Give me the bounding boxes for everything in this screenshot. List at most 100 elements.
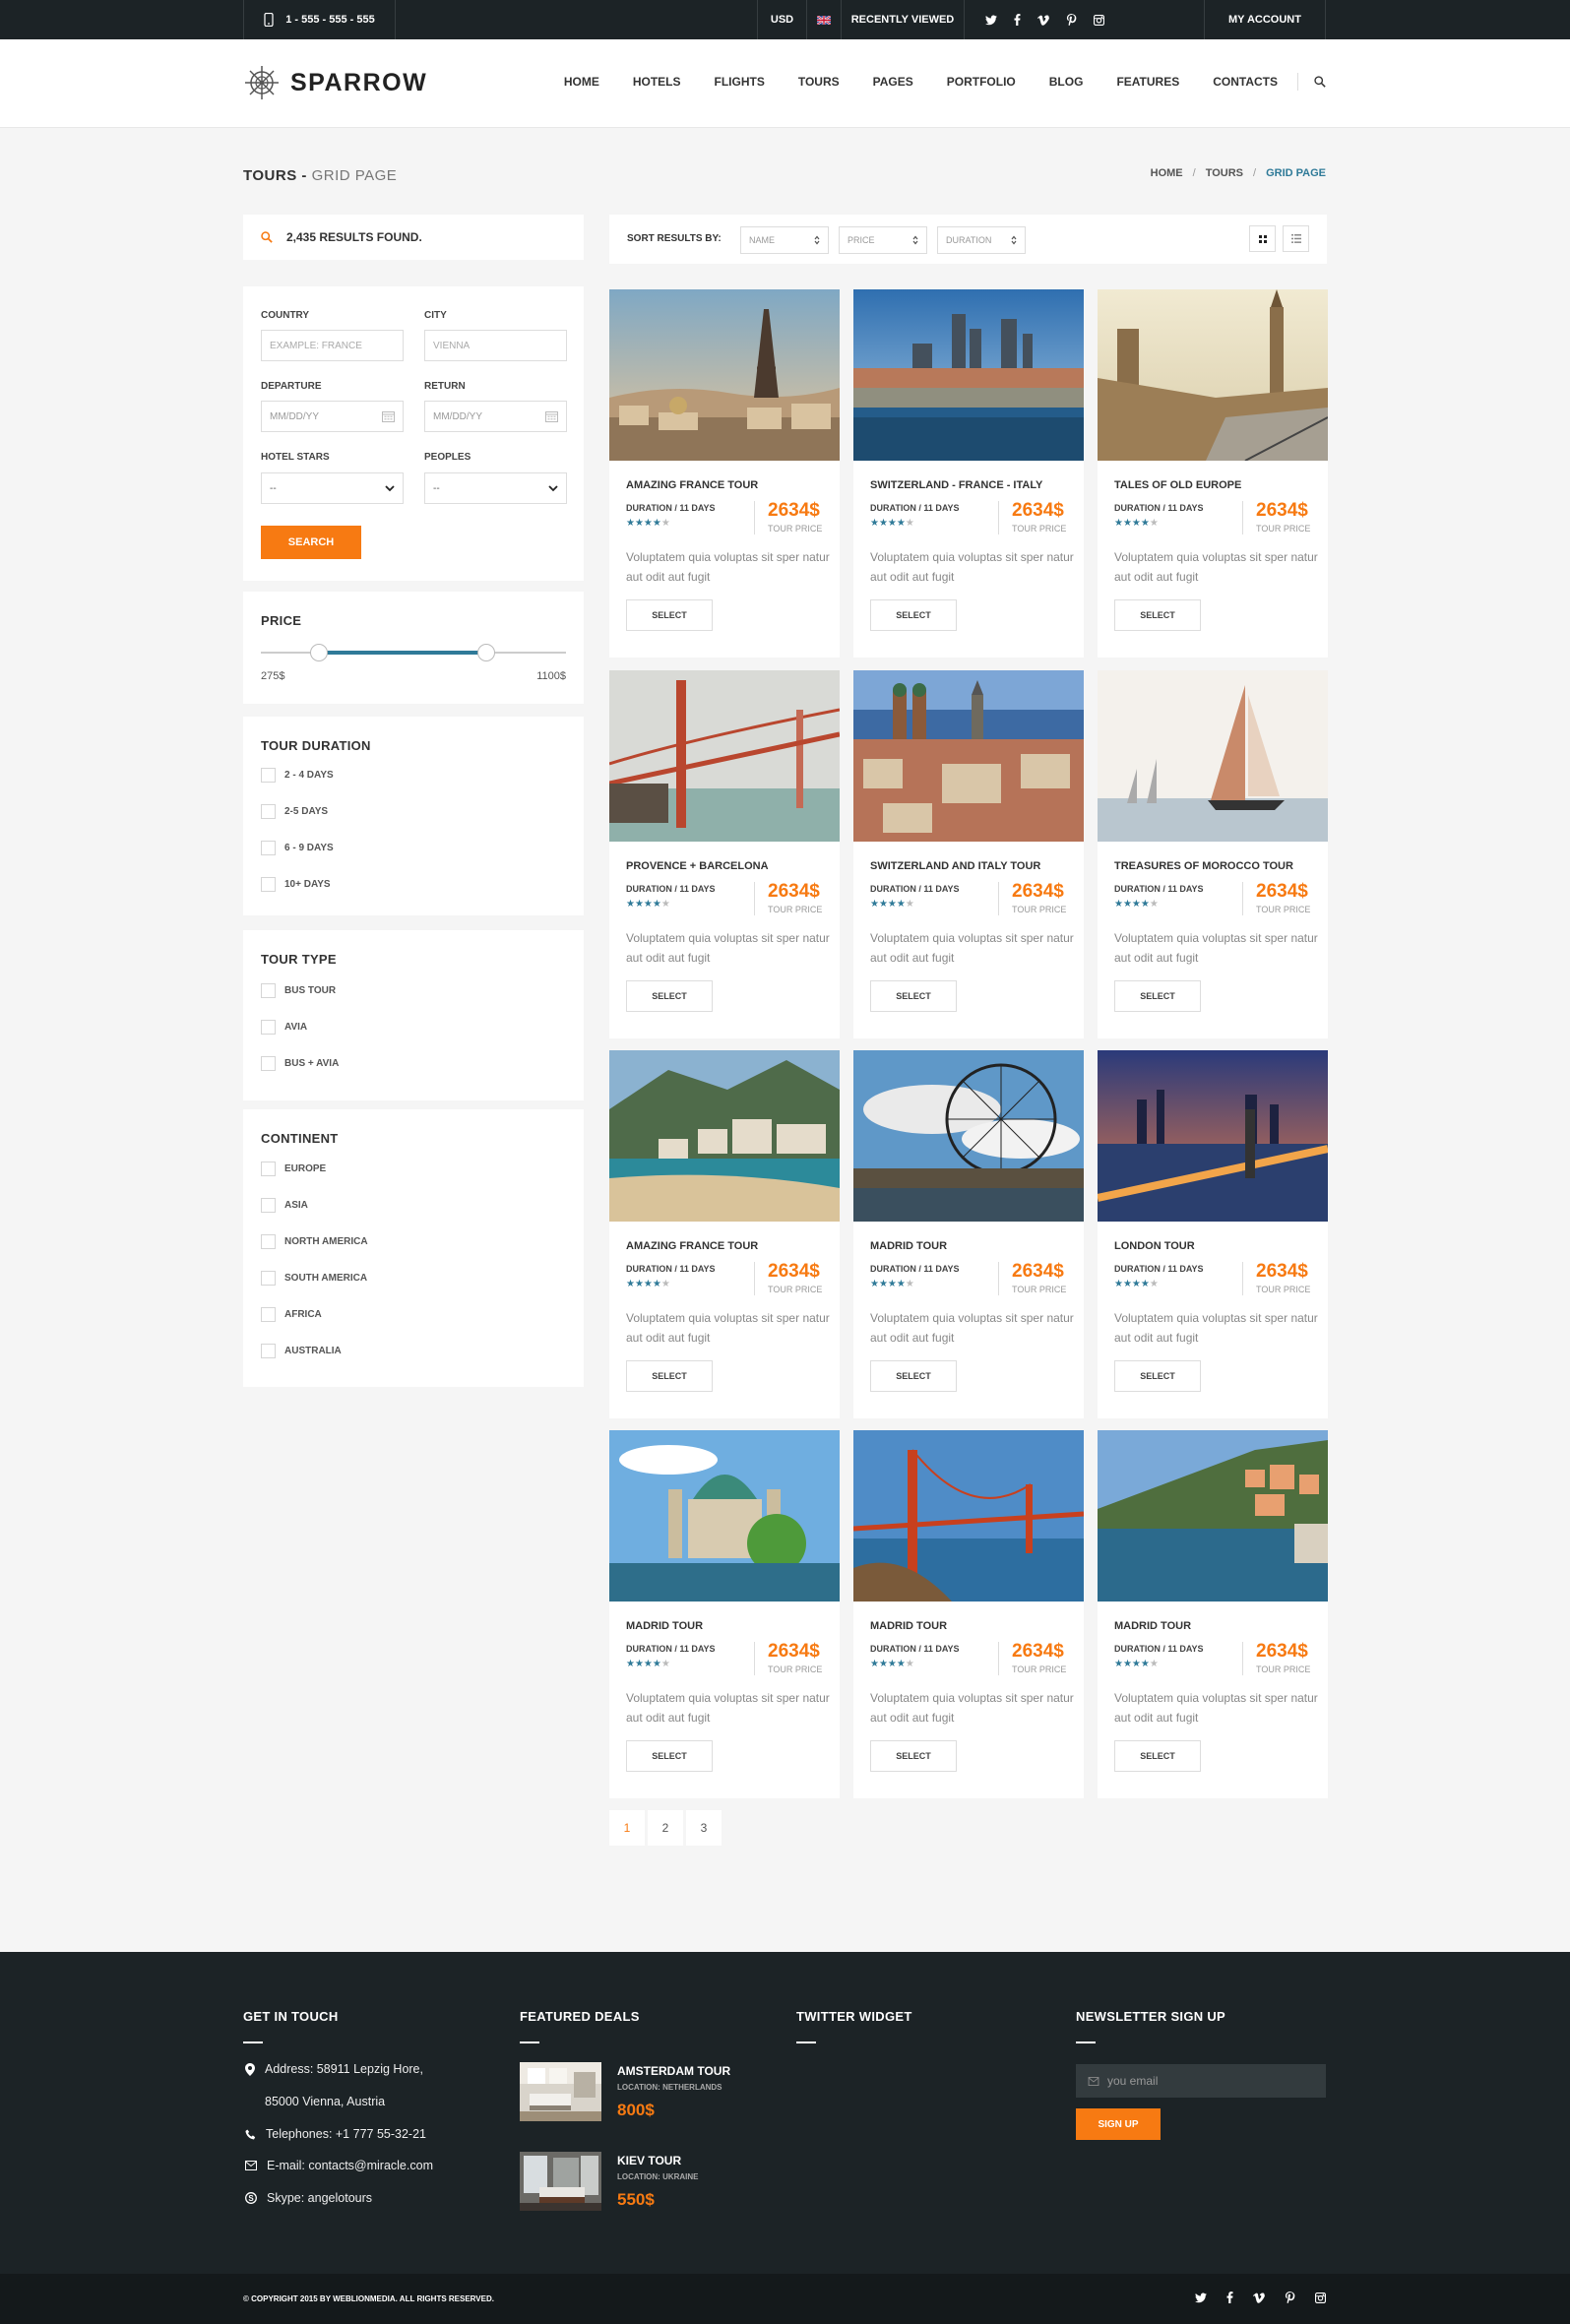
footer-telephone-text[interactable]: Telephones: +1 777 55-32-21 xyxy=(266,2127,426,2141)
checkbox[interactable] xyxy=(261,1162,276,1176)
sort-by-name-select[interactable]: NAME xyxy=(740,226,829,254)
tour-image[interactable] xyxy=(609,1430,840,1602)
tour-title[interactable]: TALES OF OLD EUROPE xyxy=(1114,479,1241,491)
price-slider-max-handle[interactable] xyxy=(477,644,496,661)
sort-by-duration-select[interactable]: DURATION xyxy=(937,226,1026,254)
return-date-input[interactable]: MM/DD/YY xyxy=(424,401,567,432)
newsletter-email-input[interactable]: you email xyxy=(1076,2064,1326,2098)
checkbox[interactable] xyxy=(261,983,276,998)
checkbox[interactable] xyxy=(261,1020,276,1035)
tour-title[interactable]: SWITZERLAND - FRANCE - ITALY xyxy=(870,479,1042,491)
footer-skype-text[interactable]: Skype: angelotours xyxy=(267,2191,372,2205)
tour-title[interactable]: TREASURES OF MOROCCO TOUR xyxy=(1114,860,1293,872)
deal-image[interactable] xyxy=(520,2062,601,2121)
tour-title[interactable]: AMAZING FRANCE TOUR xyxy=(626,479,758,491)
tour-image[interactable] xyxy=(609,1050,840,1222)
continent-option[interactable]: SOUTH AMERICA xyxy=(261,1271,367,1286)
nav-portfolio[interactable]: PORTFOLIO xyxy=(947,75,1016,89)
duration-option[interactable]: 6 - 9 DAYS xyxy=(261,841,334,855)
facebook-icon[interactable] xyxy=(1014,14,1021,26)
pinterest-icon[interactable] xyxy=(1066,14,1077,26)
checkbox[interactable] xyxy=(261,1234,276,1249)
continent-option[interactable]: EUROPE xyxy=(261,1162,326,1176)
checkbox[interactable] xyxy=(261,1198,276,1213)
nav-blog[interactable]: BLOG xyxy=(1049,75,1084,89)
select-tour-button[interactable]: SELECT xyxy=(626,599,713,631)
twitter-icon[interactable] xyxy=(984,15,997,26)
nav-features[interactable]: FEATURES xyxy=(1116,75,1179,89)
select-tour-button[interactable]: SELECT xyxy=(626,1360,713,1392)
sort-by-price-select[interactable]: PRICE xyxy=(839,226,927,254)
deal-title[interactable]: AMSTERDAM TOUR xyxy=(617,2064,730,2078)
calendar-icon[interactable] xyxy=(545,410,558,422)
calendar-icon[interactable] xyxy=(382,410,395,422)
peoples-select[interactable]: -- xyxy=(424,472,567,504)
nav-home[interactable]: HOME xyxy=(564,75,599,89)
tour-title[interactable]: MADRID TOUR xyxy=(626,1620,703,1632)
nav-hotels[interactable]: HOTELS xyxy=(633,75,681,89)
select-tour-button[interactable]: SELECT xyxy=(870,599,957,631)
checkbox[interactable] xyxy=(261,1056,276,1071)
checkbox[interactable] xyxy=(261,1344,276,1358)
search-icon[interactable] xyxy=(1314,76,1326,88)
tour-image[interactable] xyxy=(853,289,1084,461)
language-selector[interactable] xyxy=(806,0,841,39)
tour-title[interactable]: AMAZING FRANCE TOUR xyxy=(626,1240,758,1252)
tour-image[interactable] xyxy=(1098,289,1328,461)
select-tour-button[interactable]: SELECT xyxy=(870,1360,957,1392)
tour-image[interactable] xyxy=(1098,670,1328,842)
breadcrumb-tours[interactable]: TOURS xyxy=(1206,167,1243,179)
tour-title[interactable]: PROVENCE + BARCELONA xyxy=(626,860,769,872)
tour-title[interactable]: SWITZERLAND AND ITALY TOUR xyxy=(870,860,1040,872)
deal-image[interactable] xyxy=(520,2152,601,2211)
instagram-icon[interactable] xyxy=(1094,14,1105,26)
page-3-button[interactable]: 3 xyxy=(686,1810,722,1846)
duration-option[interactable]: 2-5 DAYS xyxy=(261,804,328,819)
price-slider-min-handle[interactable] xyxy=(309,644,328,661)
recently-viewed-link[interactable]: RECENTLY VIEWED xyxy=(841,0,964,39)
checkbox[interactable] xyxy=(261,841,276,855)
checkbox[interactable] xyxy=(261,768,276,783)
instagram-icon[interactable] xyxy=(1315,2292,1326,2303)
select-tour-button[interactable]: SELECT xyxy=(1114,1360,1201,1392)
select-tour-button[interactable]: SELECT xyxy=(870,980,957,1012)
continent-option[interactable]: ASIA xyxy=(261,1198,308,1213)
tour-title[interactable]: MADRID TOUR xyxy=(870,1240,947,1252)
checkbox[interactable] xyxy=(261,804,276,819)
my-account-link[interactable]: MY ACCOUNT xyxy=(1204,0,1326,39)
search-button[interactable]: SEARCH xyxy=(261,526,361,559)
tour-image[interactable] xyxy=(853,1050,1084,1222)
breadcrumb-home[interactable]: HOME xyxy=(1151,167,1183,179)
select-tour-button[interactable]: SELECT xyxy=(626,1740,713,1772)
tour-type-option[interactable]: BUS TOUR xyxy=(261,983,336,998)
select-tour-button[interactable]: SELECT xyxy=(1114,1740,1201,1772)
select-tour-button[interactable]: SELECT xyxy=(1114,599,1201,631)
tour-image[interactable] xyxy=(853,670,1084,842)
page-2-button[interactable]: 2 xyxy=(648,1810,683,1846)
tour-title[interactable]: LONDON TOUR xyxy=(1114,1240,1195,1252)
continent-option[interactable]: AFRICA xyxy=(261,1307,322,1322)
grid-view-button[interactable] xyxy=(1249,225,1276,252)
twitter-icon[interactable] xyxy=(1195,2293,1207,2303)
duration-option[interactable]: 10+ DAYS xyxy=(261,877,331,892)
site-logo[interactable]: SPARROW xyxy=(243,64,427,101)
pinterest-icon[interactable] xyxy=(1285,2292,1295,2303)
duration-option[interactable]: 2 - 4 DAYS xyxy=(261,768,334,783)
tour-title[interactable]: MADRID TOUR xyxy=(1114,1620,1191,1632)
tour-image[interactable] xyxy=(609,670,840,842)
tour-image[interactable] xyxy=(1098,1050,1328,1222)
country-input[interactable]: EXAMPLE: FRANCE xyxy=(261,330,404,361)
checkbox[interactable] xyxy=(261,1307,276,1322)
vimeo-icon[interactable] xyxy=(1253,2292,1265,2303)
city-input[interactable]: VIENNA xyxy=(424,330,567,361)
checkbox[interactable] xyxy=(261,1271,276,1286)
nav-tours[interactable]: TOURS xyxy=(798,75,840,89)
nav-contacts[interactable]: CONTACTS xyxy=(1213,75,1278,89)
checkbox[interactable] xyxy=(261,877,276,892)
continent-option[interactable]: AUSTRALIA xyxy=(261,1344,342,1358)
phone-number[interactable]: 1 - 555 - 555 - 555 xyxy=(285,14,375,26)
tour-title[interactable]: MADRID TOUR xyxy=(870,1620,947,1632)
facebook-icon[interactable] xyxy=(1226,2292,1233,2303)
select-tour-button[interactable]: SELECT xyxy=(870,1740,957,1772)
nav-pages[interactable]: PAGES xyxy=(873,75,913,89)
